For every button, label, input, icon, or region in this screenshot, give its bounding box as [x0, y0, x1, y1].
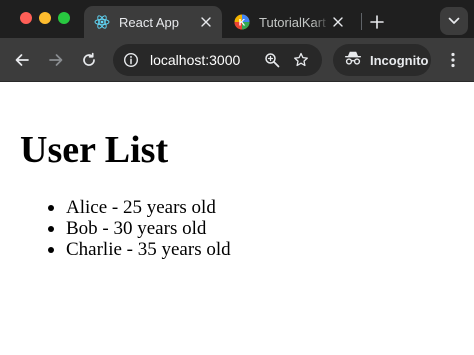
chevron-down-icon: [448, 17, 460, 24]
address-bar[interactable]: localhost:3000: [113, 44, 322, 76]
tab-strip: React App K TutorialKart -: [0, 0, 474, 38]
browser-menu-button[interactable]: [440, 47, 466, 73]
zoom-icon[interactable]: [262, 50, 282, 70]
user-list-item: Bob - 30 years old: [48, 218, 231, 239]
close-window-button[interactable]: [20, 12, 32, 24]
arrow-left-icon: [15, 54, 29, 66]
tutorialkart-logo-icon: K: [234, 14, 250, 30]
browser-window: React App K TutorialKart - localhost:300…: [0, 0, 474, 355]
arrow-right-icon: [49, 54, 63, 66]
page-title: User List: [20, 129, 169, 171]
user-list: Alice - 25 years old Bob - 30 years old …: [48, 197, 231, 260]
reload-button[interactable]: [76, 47, 102, 73]
tab-title: TutorialKart -: [259, 14, 330, 30]
tab-tutorialkart[interactable]: K TutorialKart -: [226, 6, 352, 38]
new-tab-button[interactable]: [366, 11, 388, 33]
close-tab-icon[interactable]: [330, 14, 346, 30]
site-info-icon[interactable]: [121, 50, 141, 70]
tab-title: React App: [119, 14, 179, 30]
react-logo-icon: [94, 14, 110, 30]
close-tab-icon[interactable]: [198, 14, 214, 30]
incognito-icon: [344, 50, 362, 71]
minimize-window-button[interactable]: [39, 12, 51, 24]
browser-toolbar: localhost:3000 Incognito: [0, 38, 474, 82]
page-content: User List Alice - 25 years old Bob - 30 …: [0, 82, 474, 355]
incognito-label: Incognito: [370, 52, 429, 68]
back-button[interactable]: [9, 47, 35, 73]
maximize-window-button[interactable]: [58, 12, 70, 24]
tab-react-app[interactable]: React App: [84, 6, 222, 38]
tab-divider: [361, 13, 362, 30]
svg-text:K: K: [239, 17, 246, 27]
bookmark-star-icon[interactable]: [291, 50, 311, 70]
reload-icon: [83, 52, 95, 66]
tab-search-button[interactable]: [440, 7, 468, 35]
user-list-item: Alice - 25 years old: [48, 197, 231, 218]
forward-button[interactable]: [43, 47, 69, 73]
kebab-menu-icon: [451, 52, 455, 68]
incognito-profile-button[interactable]: Incognito: [333, 44, 431, 76]
url-text[interactable]: localhost:3000: [150, 52, 240, 68]
plus-icon: [370, 15, 384, 29]
user-list-item: Charlie - 35 years old: [48, 239, 231, 260]
